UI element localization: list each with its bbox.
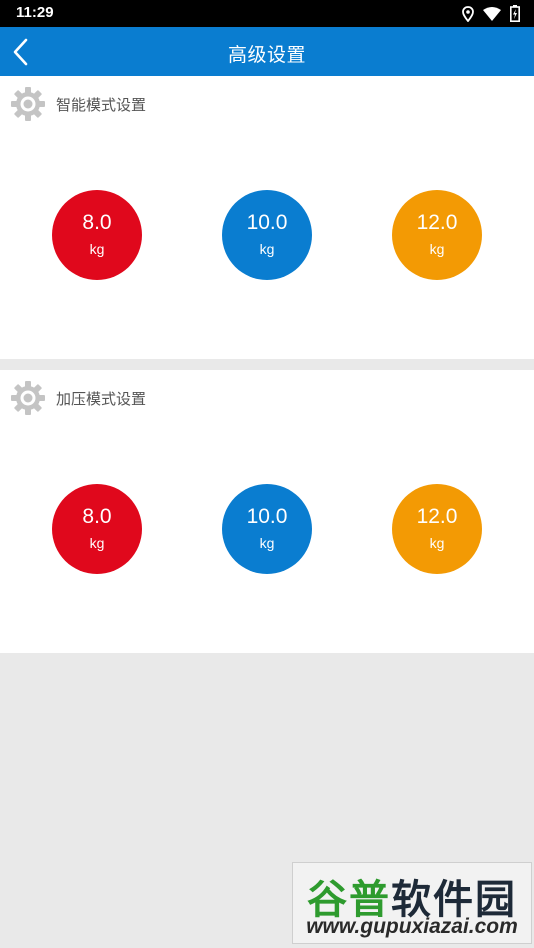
gear-icon: [11, 87, 45, 121]
weight-value: 10.0: [246, 211, 288, 234]
weight-value: 10.0: [246, 505, 288, 528]
app-bar: 高级设置: [0, 27, 534, 76]
section-header: 智能模式设置: [10, 86, 146, 122]
smart-mode-section: 智能模式设置 8.0 kg 10.0 kg 12.0 kg: [0, 76, 534, 359]
weight-value: 12.0: [416, 211, 458, 234]
page-title: 高级设置: [227, 44, 306, 66]
weight-option-8[interactable]: 8.0 kg: [52, 484, 142, 574]
watermark-url: www.gupuxiazai.com: [306, 915, 518, 938]
weight-option-10[interactable]: 10.0 kg: [222, 484, 312, 574]
weight-unit: kg: [259, 241, 275, 257]
gear-icon: [11, 381, 45, 415]
section-label: 智能模式设置: [56, 95, 147, 114]
watermark-logo: 谷普软件园 www.gupuxiazai.com: [292, 862, 532, 944]
weight-unit: kg: [89, 241, 105, 257]
weight-unit: kg: [429, 241, 445, 257]
section-header: 加压模式设置: [10, 380, 146, 416]
location-icon: [462, 5, 474, 22]
weight-value: 12.0: [416, 505, 458, 528]
status-icons: [462, 5, 520, 22]
weight-option-10[interactable]: 10.0 kg: [222, 190, 312, 280]
section-label: 加压模式设置: [56, 389, 147, 408]
weight-unit: kg: [89, 535, 105, 551]
weight-value: 8.0: [82, 505, 112, 528]
weight-option-8[interactable]: 8.0 kg: [52, 190, 142, 280]
status-bar: 11:29: [0, 0, 534, 27]
wifi-icon: [483, 6, 501, 21]
weight-option-12[interactable]: 12.0 kg: [392, 484, 482, 574]
weight-unit: kg: [259, 535, 275, 551]
status-time: 11:29: [16, 4, 54, 21]
weight-value: 8.0: [82, 211, 112, 234]
weight-option-12[interactable]: 12.0 kg: [392, 190, 482, 280]
battery-icon: [510, 5, 520, 22]
pressure-mode-section: 加压模式设置 8.0 kg 10.0 kg 12.0 kg: [0, 370, 534, 653]
weight-unit: kg: [429, 535, 445, 551]
